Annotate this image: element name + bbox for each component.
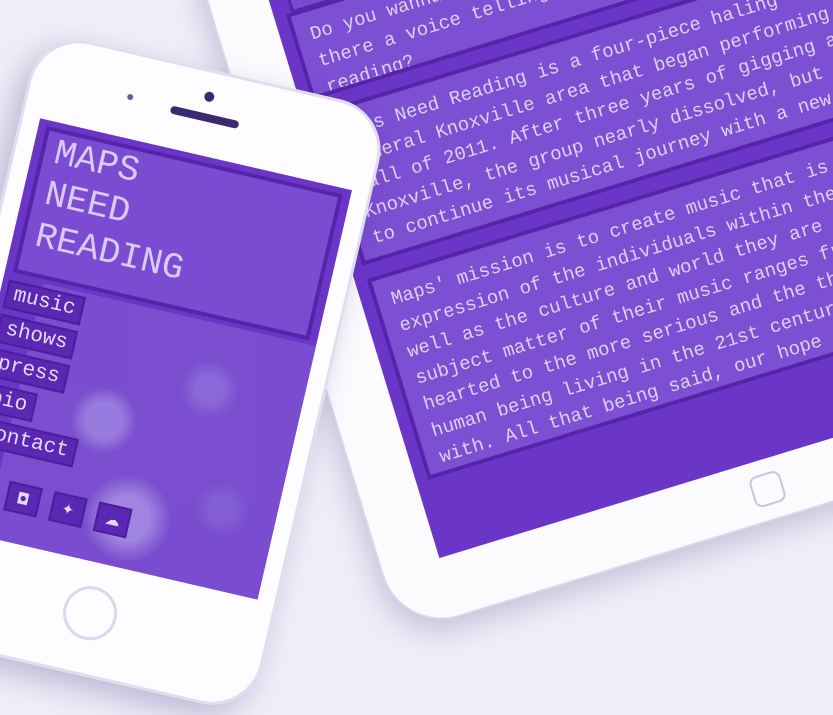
phone-home-button[interactable] [57,580,123,646]
nav-contact[interactable]: contact [0,416,80,469]
nav-bio[interactable]: bio [0,382,38,423]
earpiece-speaker [169,105,240,130]
phone-screen: MAPS NEED READING music shows press bio … [0,118,352,600]
front-camera [203,90,216,103]
tablet-home-button[interactable] [747,469,788,510]
proximity-sensor [126,93,134,101]
